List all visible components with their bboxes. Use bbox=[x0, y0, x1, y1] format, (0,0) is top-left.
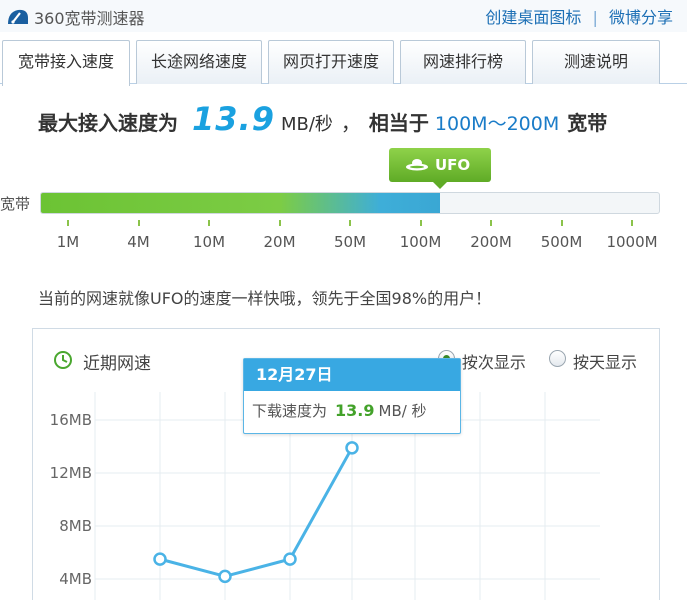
recent-speed-chart: 16MB 12MB 8MB 4MB bbox=[50, 392, 600, 600]
tooltip-label: 下载速度为 bbox=[252, 402, 328, 420]
y-tick-label: 8MB bbox=[59, 517, 92, 535]
data-tooltip: 12月27日 下载速度为 13.9 MB/ 秒 bbox=[243, 358, 461, 434]
tooltip-value: 13.9 bbox=[335, 401, 375, 420]
series-line bbox=[159, 447, 354, 578]
y-tick-label: 12MB bbox=[50, 464, 92, 482]
tooltip-unit: MB/ 秒 bbox=[378, 402, 427, 420]
data-point bbox=[283, 552, 297, 566]
y-tick-label: 4MB bbox=[59, 570, 92, 588]
tooltip-date: 12月27日 bbox=[244, 359, 460, 391]
data-point bbox=[345, 441, 359, 455]
y-tick-label: 16MB bbox=[50, 411, 92, 429]
data-point bbox=[153, 552, 167, 566]
data-point bbox=[218, 569, 232, 584]
tooltip-body: 下载速度为 13.9 MB/ 秒 bbox=[244, 391, 460, 421]
